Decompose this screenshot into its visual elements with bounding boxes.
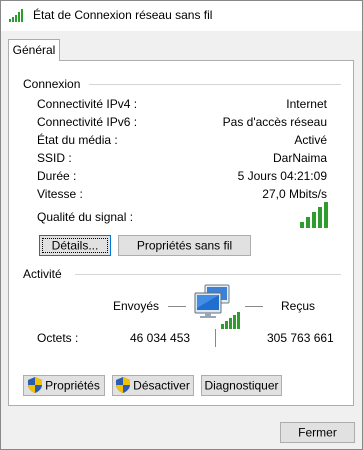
connection-divider xyxy=(89,84,341,85)
uac-shield-icon xyxy=(28,376,43,393)
received-line xyxy=(245,306,263,307)
close-button-label: Fermer xyxy=(298,425,337,440)
activity-separator xyxy=(215,329,216,347)
details-button-label: Détails... xyxy=(51,238,99,253)
wireless-properties-button[interactable]: Propriétés sans fil xyxy=(118,235,251,256)
window-title: État de Connexion réseau sans fil xyxy=(33,8,213,22)
sent-label: Envoyés xyxy=(113,299,160,313)
tab-general[interactable]: Général xyxy=(8,39,60,61)
signal-bar xyxy=(312,212,316,228)
uac-shield-icon xyxy=(116,376,131,393)
media-state-label: État du média : xyxy=(37,133,118,147)
disable-button-label: Désactiver xyxy=(133,378,190,393)
ipv4-value: Internet xyxy=(286,97,327,111)
wireless-properties-button-label: Propriétés sans fil xyxy=(136,238,233,253)
connection-status-window: État de Connexion réseau sans fil Généra… xyxy=(0,0,363,450)
activity-divider xyxy=(75,274,341,275)
ipv6-label: Connectivité IPv6 : xyxy=(37,115,138,129)
wifi-signal-icon xyxy=(9,9,23,22)
speed-value: 27,0 Mbits/s xyxy=(262,187,327,201)
network-computers-icon xyxy=(194,284,240,329)
properties-button[interactable]: Propriétés xyxy=(23,375,105,396)
bytes-label: Octets : xyxy=(37,331,79,345)
details-button[interactable]: Détails... xyxy=(39,235,111,256)
signal-bar xyxy=(324,202,328,228)
speed-label: Vitesse : xyxy=(37,187,83,201)
ipv6-value: Pas d'accès réseau xyxy=(222,115,327,129)
properties-button-label: Propriétés xyxy=(45,378,100,393)
bytes-sent-value: 46 034 453 xyxy=(130,331,191,345)
activity-section-label: Activité xyxy=(23,267,62,281)
signal-quality-label: Qualité du signal : xyxy=(37,210,134,224)
disable-button[interactable]: Désactiver xyxy=(112,375,194,396)
ipv4-label: Connectivité IPv4 : xyxy=(37,97,138,111)
diagnose-button-label: Diagnostiquer xyxy=(204,378,279,393)
duration-label: Durée : xyxy=(37,169,77,183)
received-label: Reçus xyxy=(281,299,316,313)
media-state-value: Activé xyxy=(294,133,327,147)
ssid-label: SSID : xyxy=(37,151,72,165)
general-panel: Connexion Connectivité IPv4 : Internet C… xyxy=(8,60,354,406)
duration-value: 5 Jours 04:21:09 xyxy=(237,169,327,183)
sent-line xyxy=(168,306,186,307)
diagnose-button[interactable]: Diagnostiquer xyxy=(201,375,282,396)
signal-bar xyxy=(300,222,304,228)
connection-section-label: Connexion xyxy=(23,77,81,91)
bytes-received-value: 305 763 661 xyxy=(267,331,334,345)
signal-bar xyxy=(306,217,310,228)
ssid-value: DarNaima xyxy=(272,151,327,165)
title-bar[interactable]: État de Connexion réseau sans fil xyxy=(1,1,362,31)
signal-bar xyxy=(318,207,322,228)
signal-strength-icon xyxy=(300,202,328,228)
close-button[interactable]: Fermer xyxy=(280,422,355,443)
